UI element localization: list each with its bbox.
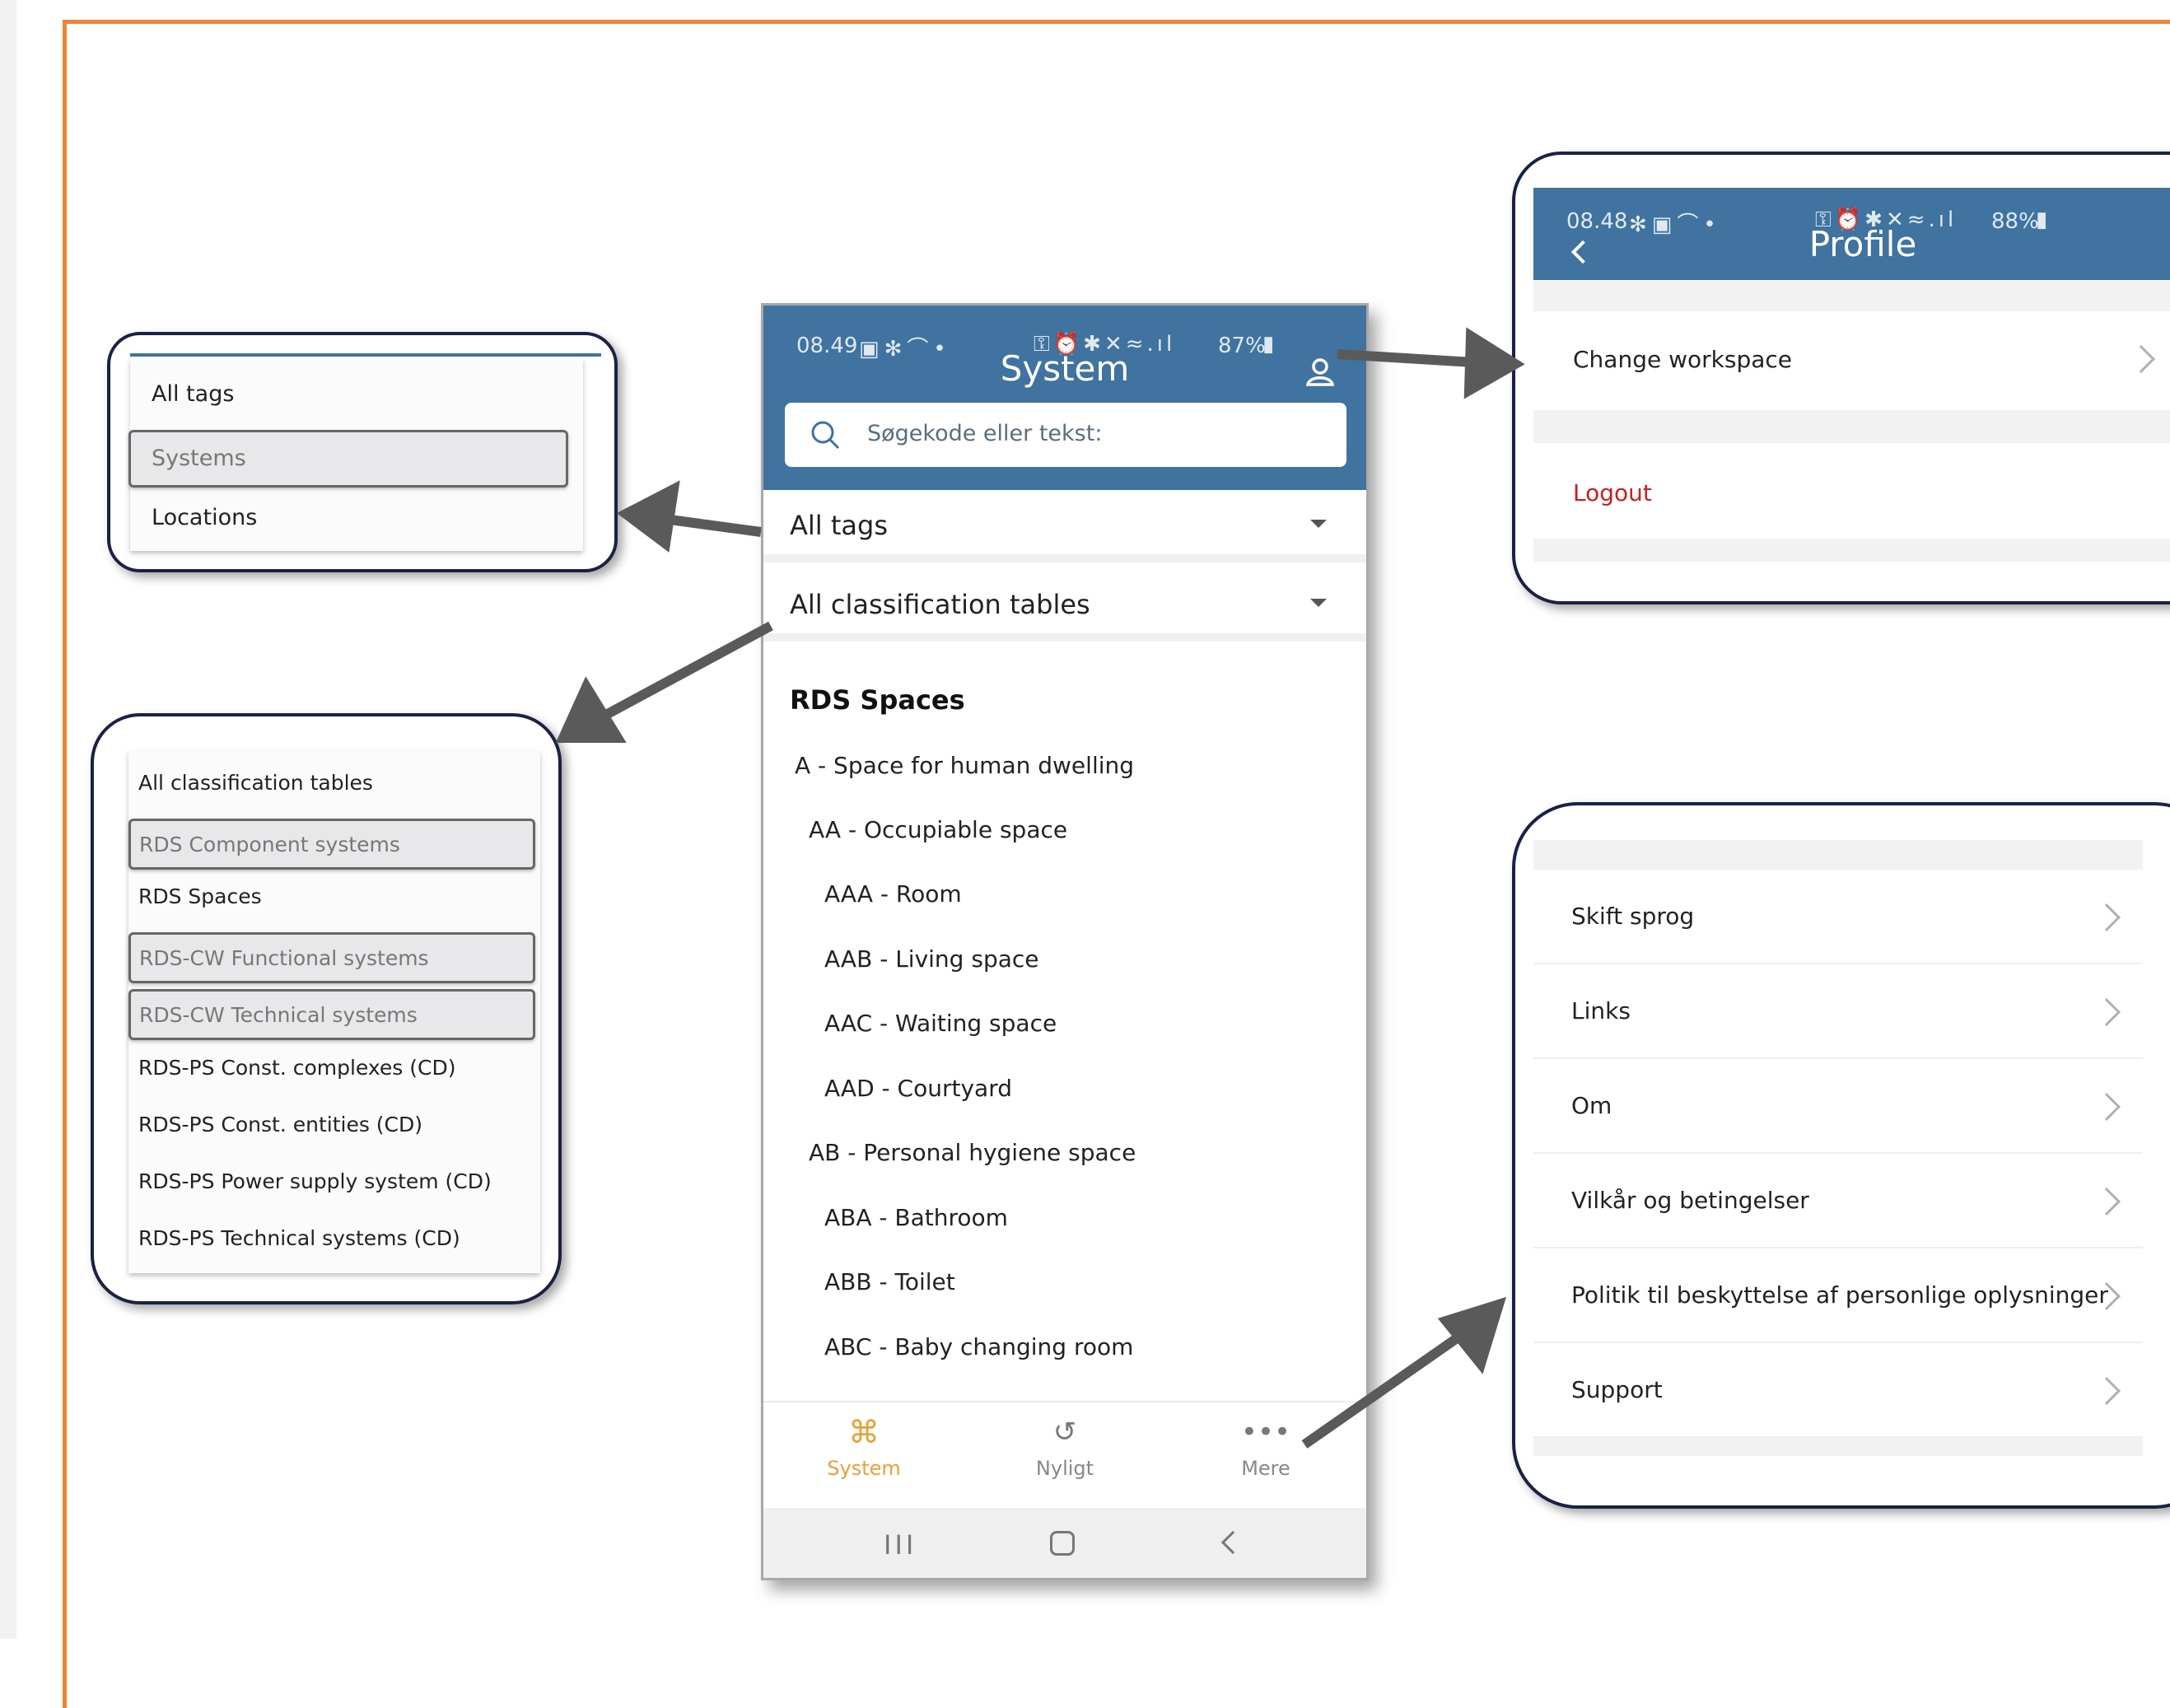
arrow-to-more-menu: [1301, 1296, 1507, 1449]
arrow-to-tags-dropdown: [616, 480, 762, 553]
arrow-to-profile: [1337, 327, 1525, 399]
arrow-to-tables-dropdown: [555, 621, 773, 743]
callout-arrows: [555, 327, 1525, 1449]
